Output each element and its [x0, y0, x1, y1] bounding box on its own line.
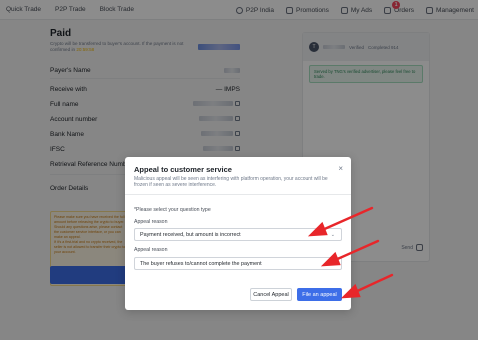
appeal-reason-label: Appeal reason — [134, 247, 168, 253]
question-type-prompt: *Please select your question type — [134, 207, 211, 213]
appeal-modal: Appeal to customer service × Malicious a… — [125, 157, 351, 310]
modal-description: Malicious appeal will be seen as interfe… — [134, 176, 328, 189]
file-appeal-button[interactable]: File an appeal — [297, 288, 342, 301]
appeal-reason-select[interactable]: The buyer refuses to/cannot complete the… — [134, 257, 342, 270]
appeal-reason-label: Appeal reason — [134, 219, 168, 225]
close-icon[interactable]: × — [338, 164, 343, 173]
appeal-reason-select[interactable]: Payment received, but amount is incorrec… — [134, 228, 342, 241]
modal-title: Appeal to customer service — [134, 165, 232, 174]
cancel-appeal-button[interactable]: Cancel Appeal — [250, 288, 292, 301]
divider — [125, 194, 351, 195]
chevron-down-icon: ⌄ — [330, 232, 335, 238]
